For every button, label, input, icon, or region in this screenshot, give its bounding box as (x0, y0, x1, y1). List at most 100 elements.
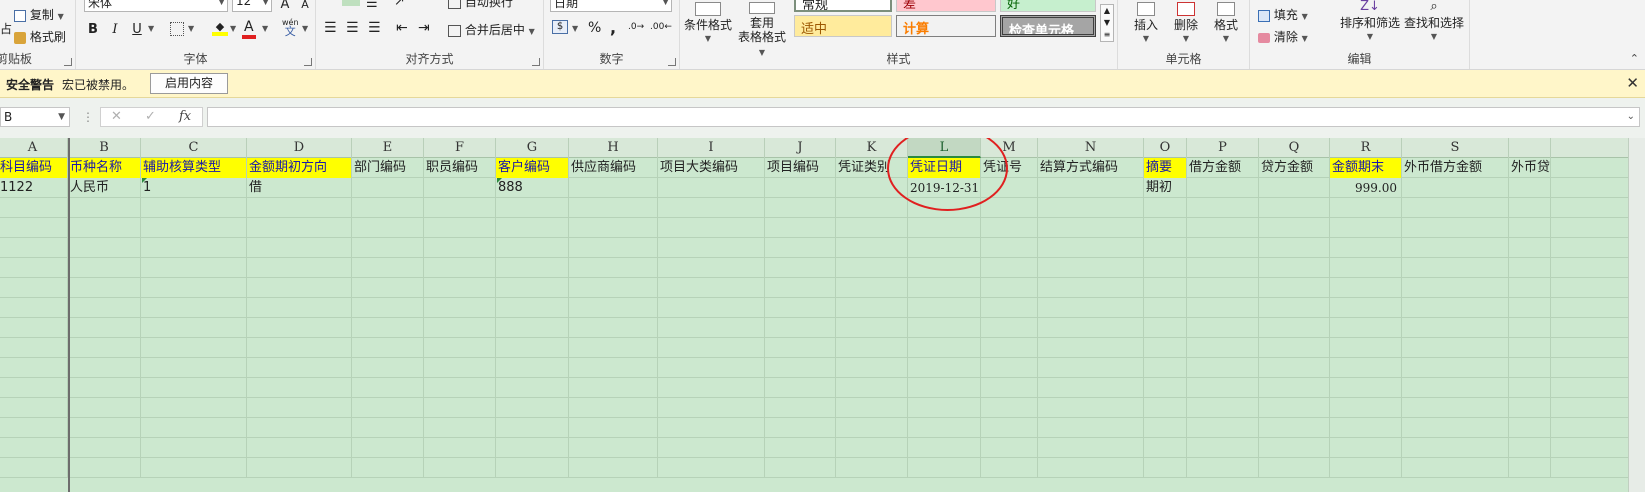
cell[interactable] (352, 358, 424, 378)
cell[interactable] (1330, 218, 1402, 238)
italic-button[interactable]: I (104, 20, 126, 40)
cell[interactable] (68, 218, 141, 238)
cell[interactable]: 项目大类编码 (658, 158, 765, 178)
cell[interactable] (352, 378, 424, 398)
cell[interactable] (141, 198, 247, 218)
cell[interactable] (981, 238, 1038, 258)
cell[interactable] (1038, 418, 1144, 438)
cell[interactable] (1187, 198, 1259, 218)
cell[interactable] (496, 278, 569, 298)
cell[interactable] (569, 358, 658, 378)
cell[interactable] (141, 358, 247, 378)
cell[interactable] (765, 238, 836, 258)
cell[interactable] (247, 278, 352, 298)
cell[interactable] (141, 338, 247, 358)
cell[interactable] (247, 458, 352, 478)
cell[interactable] (836, 218, 908, 238)
copy-button[interactable]: 复制 ▼ (14, 6, 64, 23)
cell[interactable] (981, 398, 1038, 418)
cell[interactable] (247, 338, 352, 358)
cell[interactable] (765, 358, 836, 378)
cell[interactable] (981, 418, 1038, 438)
confirm-entry-icon[interactable]: ✓ (145, 109, 156, 124)
cell[interactable] (981, 438, 1038, 458)
cell[interactable] (1330, 298, 1402, 318)
cell[interactable] (908, 458, 981, 478)
column-header-n[interactable]: N (1038, 138, 1144, 158)
cell[interactable] (68, 198, 141, 218)
cell[interactable] (569, 418, 658, 438)
cell[interactable] (836, 458, 908, 478)
cancel-entry-icon[interactable]: ✕ (111, 109, 122, 124)
cell[interactable] (658, 258, 765, 278)
cell[interactable] (141, 278, 247, 298)
cell[interactable] (1259, 358, 1330, 378)
cell[interactable]: 项目编码 (765, 158, 836, 178)
cell[interactable] (765, 258, 836, 278)
cell[interactable] (68, 438, 141, 458)
cell[interactable] (1144, 338, 1187, 358)
cell[interactable] (1402, 418, 1509, 438)
cell[interactable] (247, 258, 352, 278)
cell[interactable] (141, 438, 247, 458)
cell[interactable] (981, 338, 1038, 358)
cell[interactable] (1144, 198, 1187, 218)
cell[interactable] (1038, 258, 1144, 278)
style-good[interactable]: 好 (1000, 0, 1096, 12)
cell[interactable] (0, 418, 68, 438)
cell[interactable] (908, 258, 981, 278)
cell[interactable] (424, 198, 496, 218)
cell[interactable]: 部门编码 (352, 158, 424, 178)
cell[interactable] (658, 298, 765, 318)
cell[interactable] (908, 218, 981, 238)
cell[interactable]: 999.00 (1330, 178, 1402, 198)
cell[interactable] (569, 438, 658, 458)
cell[interactable] (352, 238, 424, 258)
chevron-down-icon[interactable]: ▼ (148, 24, 154, 33)
cell[interactable] (981, 218, 1038, 238)
cell[interactable]: 借方金额 (1187, 158, 1259, 178)
cell[interactable] (496, 258, 569, 278)
cell[interactable] (352, 278, 424, 298)
cell[interactable] (658, 178, 765, 198)
cell[interactable] (1509, 418, 1551, 438)
cell[interactable] (496, 458, 569, 478)
cell[interactable] (68, 458, 141, 478)
insert-button[interactable]: 插入 ▼ (1126, 0, 1166, 46)
cell[interactable] (1144, 278, 1187, 298)
cell[interactable] (1187, 258, 1259, 278)
cell[interactable] (569, 178, 658, 198)
cell[interactable] (1402, 238, 1509, 258)
cell[interactable] (1187, 318, 1259, 338)
cell[interactable] (569, 238, 658, 258)
cell[interactable] (765, 298, 836, 318)
cell[interactable] (1038, 178, 1144, 198)
cell[interactable] (765, 318, 836, 338)
cell[interactable] (658, 238, 765, 258)
style-check-cell[interactable]: 检查单元格 (1000, 15, 1096, 37)
cell[interactable] (908, 238, 981, 258)
font-name-select[interactable]: 宋体 ▼ (84, 0, 228, 12)
cell[interactable] (765, 198, 836, 218)
column-header-j[interactable]: J (765, 138, 836, 158)
grow-font-button[interactable]: A (274, 0, 296, 15)
cell[interactable] (1144, 438, 1187, 458)
cell[interactable] (247, 358, 352, 378)
chevron-down-icon[interactable]: ▼ (230, 24, 236, 33)
cell[interactable]: 外币贷 (1509, 158, 1551, 178)
cell[interactable] (496, 318, 569, 338)
cell[interactable] (0, 198, 68, 218)
cell[interactable] (1038, 278, 1144, 298)
cell[interactable] (247, 378, 352, 398)
cell[interactable] (1259, 218, 1330, 238)
cell[interactable] (1330, 358, 1402, 378)
cell[interactable] (352, 198, 424, 218)
cell[interactable] (141, 378, 247, 398)
cell[interactable] (0, 338, 68, 358)
enable-content-button[interactable]: 启用内容 (150, 73, 228, 94)
styles-scroll[interactable]: ▲ ▼ ≡ (1100, 4, 1114, 42)
cell[interactable] (1187, 358, 1259, 378)
cell[interactable] (1038, 238, 1144, 258)
cell[interactable] (68, 258, 141, 278)
decrease-decimal-icon[interactable]: .00← (650, 22, 672, 32)
